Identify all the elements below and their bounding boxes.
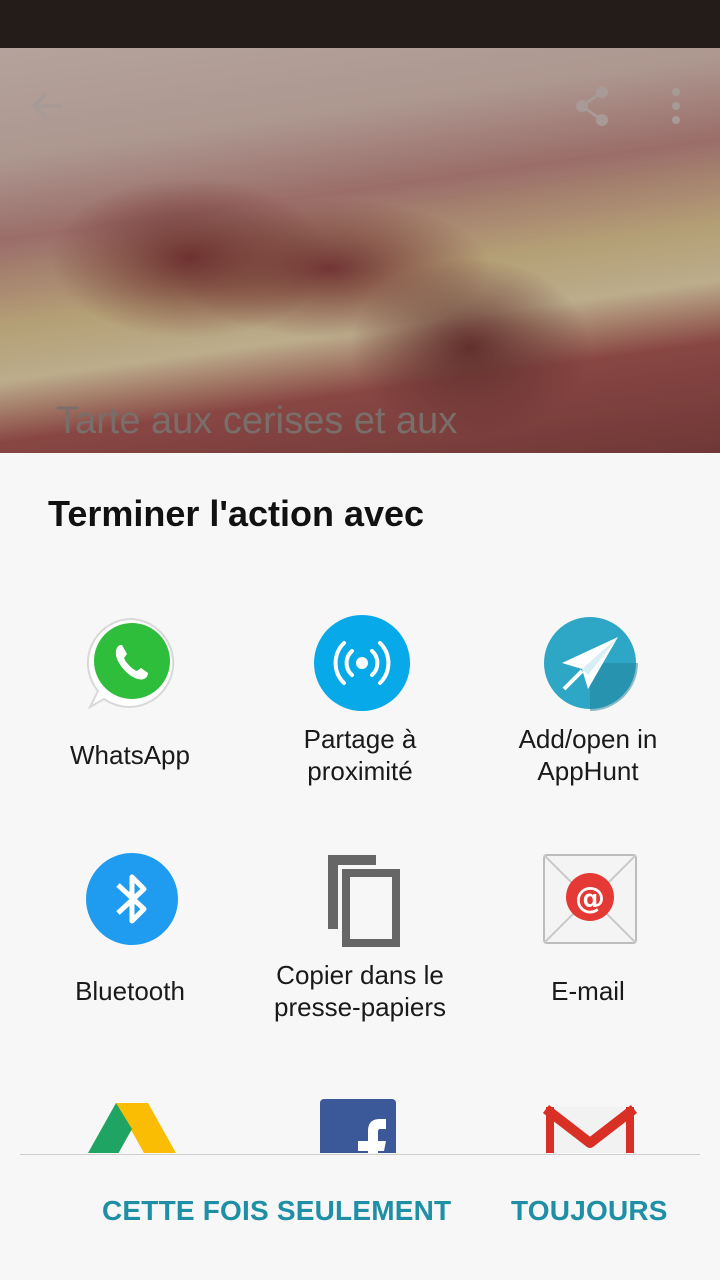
app-label-line2: proximité	[307, 756, 413, 786]
app-copy-clipboard[interactable]: Copier dans le presse-papiers	[240, 839, 480, 1075]
app-label: E-mail	[551, 976, 625, 1006]
gmail-icon	[542, 1105, 638, 1153]
app-label-line2: presse-papiers	[274, 992, 446, 1022]
app-facebook[interactable]	[240, 1083, 480, 1153]
google-drive-icon	[88, 1103, 176, 1153]
share-icon[interactable]	[572, 84, 612, 128]
chooser-title: Terminer l'action avec	[48, 493, 425, 534]
app-apphunt[interactable]: Add/open in AppHunt	[468, 603, 708, 839]
status-bar	[0, 0, 720, 48]
app-label-line1: Partage à	[303, 724, 417, 754]
nearby-share-icon	[314, 615, 410, 711]
always-button[interactable]: TOUJOURS	[511, 1195, 668, 1227]
button-divider	[20, 1154, 700, 1155]
more-vert-icon[interactable]	[668, 86, 684, 126]
app-nearby-share[interactable]: Partage à proximité	[240, 603, 480, 839]
app-whatsapp[interactable]: WhatsApp	[10, 603, 250, 839]
recipe-title: Tarte aux cerises et aux	[56, 400, 458, 442]
app-label-line2: AppHunt	[537, 756, 639, 786]
app-email[interactable]: @ E-mail	[468, 839, 708, 1075]
share-chooser-sheet: Terminer l'action avec WhatsApp Partage …	[0, 453, 720, 1280]
apphunt-icon	[544, 617, 638, 711]
app-bluetooth[interactable]: Bluetooth	[10, 839, 250, 1075]
email-icon: @	[543, 854, 637, 944]
app-gmail[interactable]	[468, 1083, 708, 1153]
copy-icon	[328, 855, 400, 947]
bluetooth-icon	[86, 853, 178, 945]
app-grid: WhatsApp Partage à proximité Add/open in…	[0, 603, 720, 1153]
just-once-button[interactable]: CETTE FOIS SEULEMENT	[102, 1195, 451, 1227]
app-label: WhatsApp	[70, 740, 190, 770]
app-label: Partage à proximité	[240, 723, 480, 787]
app-google-drive[interactable]	[10, 1083, 250, 1153]
recipe-hero-image: Tarte aux cerises et aux	[0, 48, 720, 453]
whatsapp-icon	[86, 617, 175, 710]
app-label: Bluetooth	[75, 976, 185, 1006]
app-label-line1: Copier dans le	[276, 960, 444, 990]
app-label: Add/open in AppHunt	[468, 723, 708, 787]
app-label: Copier dans le presse-papiers	[240, 959, 480, 1023]
facebook-icon	[320, 1099, 396, 1153]
arrow-back-icon[interactable]	[28, 86, 68, 126]
svg-text:@: @	[575, 881, 605, 916]
app-label-line1: Add/open in	[518, 724, 658, 754]
